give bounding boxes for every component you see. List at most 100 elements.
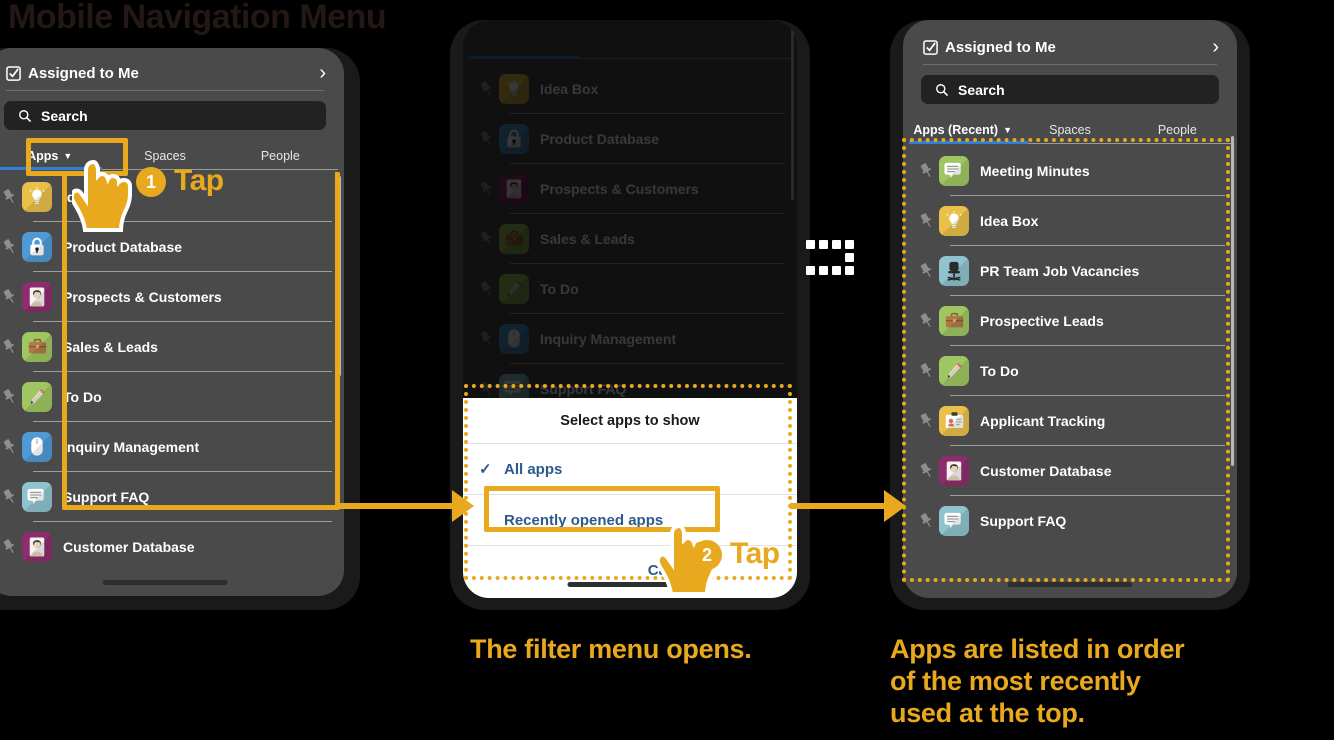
app-list-item[interactable]: Idea Box [463, 64, 797, 113]
check-icon: ✓ [479, 461, 492, 478]
assigned-to-me-label: Assigned to Me [6, 65, 319, 82]
pin-icon [920, 313, 931, 327]
tab-apps[interactable]: Apps ▼ [0, 142, 107, 170]
app-name-label: Sales & Leads [63, 338, 158, 355]
app-name-label: Support FAQ [980, 512, 1067, 529]
phone-2-scrollbar[interactable] [791, 30, 794, 200]
pin-icon[interactable] [913, 512, 939, 529]
app-name-label: PR Team Job Vacancies [980, 262, 1140, 279]
assigned-to-me-text-3: Assigned to Me [945, 38, 1056, 56]
list-scrollbar-3[interactable] [1231, 136, 1234, 466]
briefcase-icon [22, 331, 52, 362]
lightbulb-icon [939, 205, 969, 236]
pin-icon [480, 231, 491, 245]
pin-icon[interactable] [913, 362, 939, 379]
phone-3-screen: Assigned to Me › Search Apps (Recent) ▼ Sp… [903, 20, 1237, 598]
app-list-item[interactable]: Support FAQ [903, 496, 1237, 545]
dialog-option-all-apps[interactable]: ✓ All apps [463, 444, 797, 494]
app-list-item[interactable]: Sales & Leads [0, 322, 344, 371]
app-list-item[interactable]: PR Team Job Vacancies [903, 246, 1237, 295]
app-name-label: Customer Database [63, 538, 195, 555]
pin-icon [920, 163, 931, 177]
app-name-label: Applicant Tracking [980, 412, 1106, 429]
app-list-item[interactable]: Applicant Tracking [903, 396, 1237, 445]
home-indicator [102, 580, 228, 585]
pin-icon[interactable] [0, 238, 22, 255]
pin-icon [920, 213, 931, 227]
checkbox-icon [923, 39, 938, 55]
pin-icon[interactable] [913, 462, 939, 479]
app-list-item[interactable]: To Do [903, 346, 1237, 395]
app-list-item[interactable]: Inquiry Management [463, 314, 797, 363]
app-list-item[interactable]: To Do [463, 264, 797, 313]
tab-apps-recent[interactable]: Apps (Recent) ▼ [909, 116, 1016, 144]
pin-icon [480, 281, 491, 295]
tab-label: Spaces [144, 149, 186, 163]
app-list-item[interactable]: Customer Database [0, 522, 344, 571]
app-list-item[interactable]: Meeting Minutes [903, 146, 1237, 195]
pin-icon[interactable] [0, 488, 22, 505]
pin-icon[interactable] [913, 162, 939, 179]
tab-label: People [260, 149, 300, 163]
search-icon [936, 83, 949, 96]
phone-1-app-list[interactable]: Idea Box Product Database Prospects & Cust… [0, 172, 344, 571]
chat-icon [939, 155, 969, 186]
app-list-item[interactable]: Product Database [463, 114, 797, 163]
pin-icon[interactable] [473, 330, 499, 347]
app-list-item[interactable]: To Do [0, 372, 344, 421]
pin-icon[interactable] [0, 338, 22, 355]
app-name-label: To Do [540, 280, 579, 297]
home-indicator-3 [1007, 582, 1133, 587]
search-input[interactable]: Search [4, 101, 326, 130]
app-name-label: Customer Database [980, 462, 1112, 479]
search-input-3[interactable]: Search [921, 75, 1219, 104]
pin-icon[interactable] [913, 262, 939, 279]
app-list-item[interactable]: Customer Database [903, 446, 1237, 495]
pin-icon[interactable] [473, 280, 499, 297]
pin-icon[interactable] [473, 130, 499, 147]
pin-icon[interactable] [473, 180, 499, 197]
phone-2-app-list[interactable]: Idea Box Product Database Prospects & Cust… [463, 64, 797, 413]
pin-icon[interactable] [0, 388, 22, 405]
pin-icon [3, 289, 14, 303]
pin-icon[interactable] [0, 438, 22, 455]
pin-icon [480, 331, 491, 345]
pin-icon[interactable] [0, 538, 22, 555]
assigned-to-me-row[interactable]: Assigned to Me › [0, 56, 344, 90]
pin-icon [3, 189, 14, 203]
pin-icon[interactable] [473, 380, 499, 397]
header-divider [6, 90, 324, 91]
pin-icon[interactable] [473, 80, 499, 97]
list-scrollbar[interactable] [338, 176, 341, 376]
app-list-item[interactable]: Idea Box [0, 172, 344, 221]
app-list-item[interactable]: Support FAQ [0, 472, 344, 521]
pencil-icon [939, 355, 969, 386]
app-name-label: Prospects & Customers [540, 180, 699, 197]
pin-icon[interactable] [913, 212, 939, 229]
app-list-item[interactable]: Sales & Leads [463, 214, 797, 263]
person-badge-icon [22, 531, 52, 562]
step-1-label: Tap [174, 164, 224, 197]
tab-label: People [1157, 123, 1197, 137]
pin-icon[interactable] [913, 412, 939, 429]
phone-3-app-list[interactable]: Meeting Minutes Idea Box PR Team Job Vacan… [903, 146, 1237, 545]
pin-icon[interactable] [0, 288, 22, 305]
app-list-item[interactable]: Prospects & Customers [0, 272, 344, 321]
app-list-item[interactable]: Prospects & Customers [463, 164, 797, 213]
tab-people[interactable]: People [1124, 116, 1231, 144]
tab-people[interactable]: People [223, 142, 338, 170]
app-list-item[interactable]: Prospective Leads [903, 296, 1237, 345]
pin-icon[interactable] [0, 188, 22, 205]
assigned-to-me-row-3[interactable]: Assigned to Me › [903, 30, 1237, 64]
person-badge-icon [499, 173, 529, 204]
mouse-icon [22, 431, 52, 462]
pin-icon [3, 539, 14, 553]
app-list-item[interactable]: Product Database [0, 222, 344, 271]
pin-icon[interactable] [913, 312, 939, 329]
app-list-item[interactable]: Inquiry Management [0, 422, 344, 471]
app-name-label: Product Database [63, 238, 183, 255]
phone-3-frame: Assigned to Me › Search Apps (Recent) ▼ Sp… [890, 20, 1250, 610]
app-list-item[interactable]: Idea Box [903, 196, 1237, 245]
pin-icon[interactable] [473, 230, 499, 247]
tab-spaces[interactable]: Spaces [1016, 116, 1123, 144]
